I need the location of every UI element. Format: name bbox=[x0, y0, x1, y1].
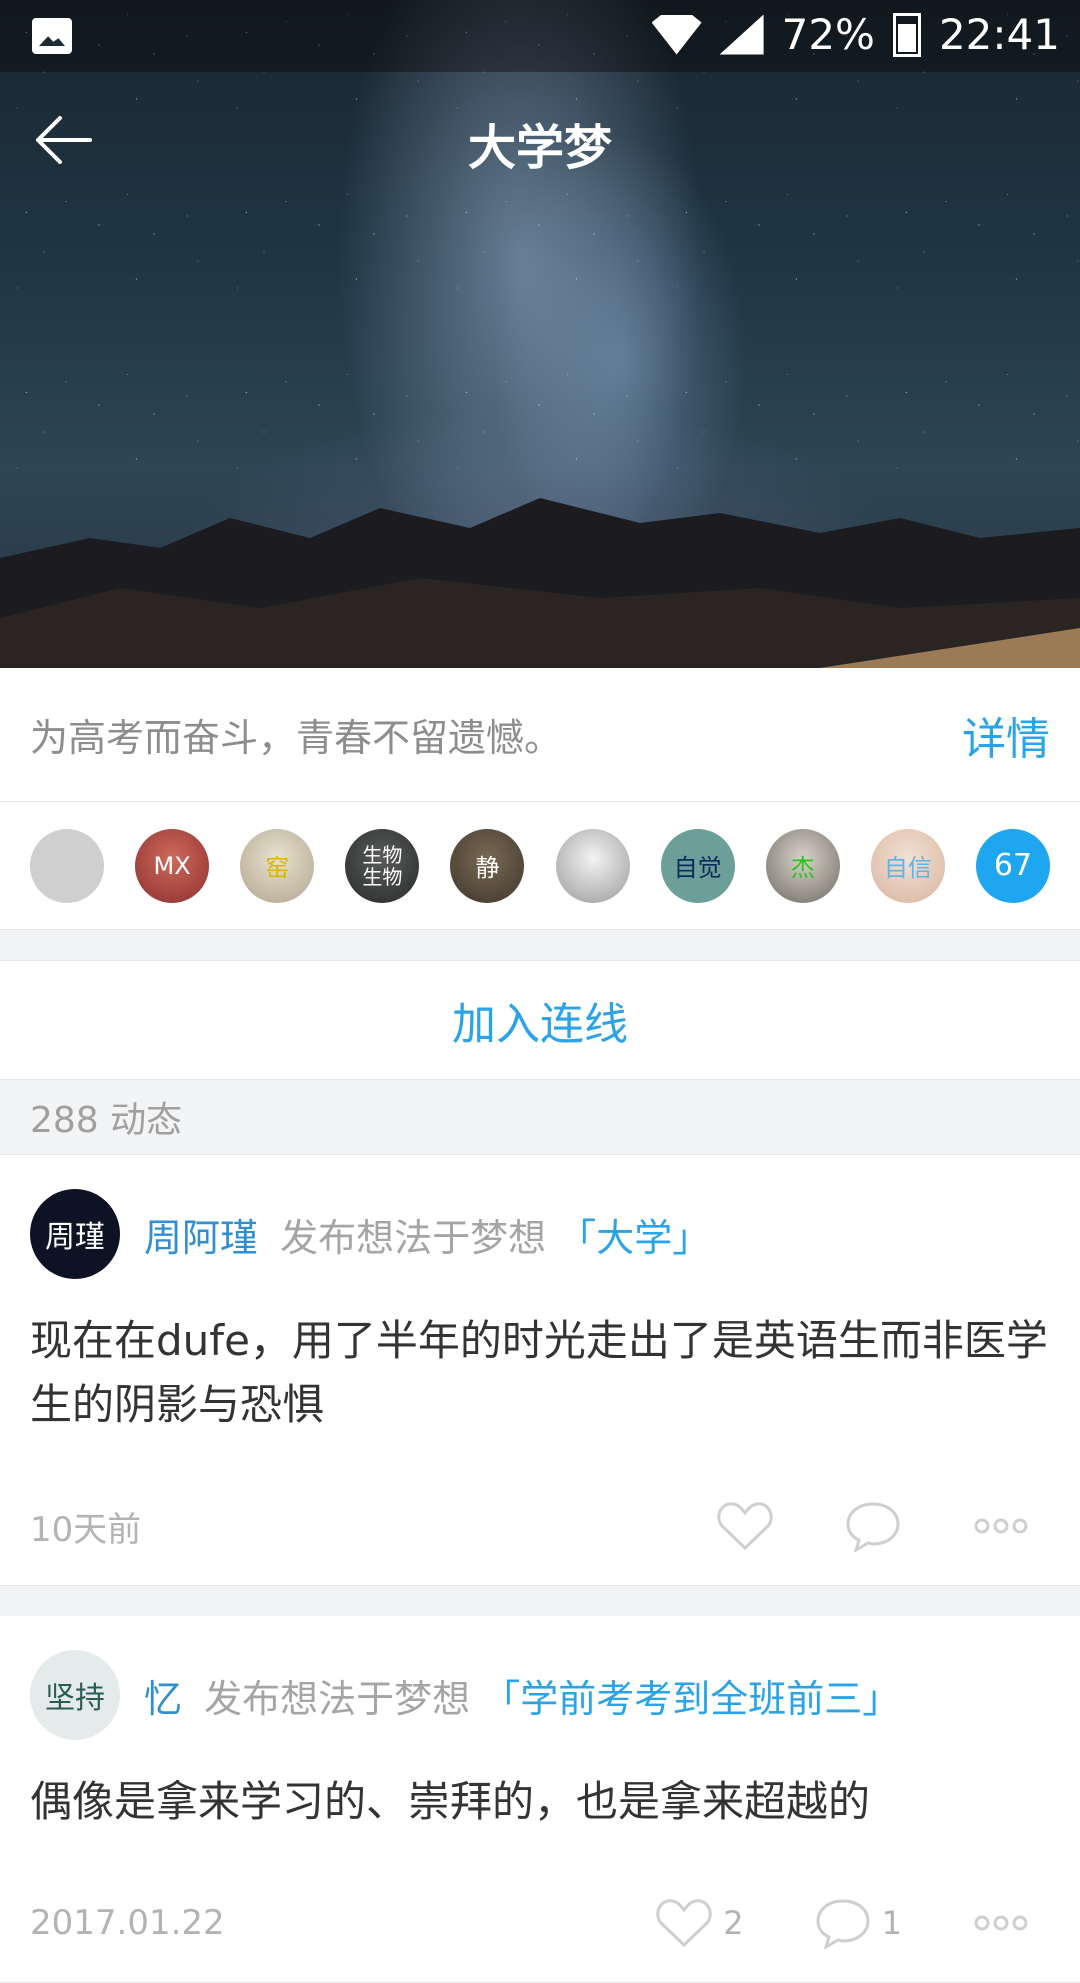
member-avatar[interactable]: 窑 bbox=[240, 828, 315, 903]
mountain-silhouette bbox=[0, 498, 1080, 668]
post-action: 发布想法于梦想 bbox=[204, 1676, 471, 1721]
post-footer: 2017.01.22 2 1 bbox=[30, 1864, 1050, 1982]
status-bar: 72% 22:41 bbox=[0, 0, 1080, 72]
signal-icon bbox=[719, 14, 764, 55]
more-options-icon[interactable] bbox=[972, 1500, 1030, 1552]
post-meta: 周阿瑾 发布想法于梦想 「大学」 bbox=[144, 1207, 710, 1262]
post-card: 周瑾 周阿瑾 发布想法于梦想 「大学」 现在在dufe，用了半年的时光走出了是英… bbox=[0, 1155, 1080, 1586]
post-time: 10天前 bbox=[30, 1509, 142, 1550]
page-title: 大学梦 bbox=[467, 120, 612, 176]
section-gap bbox=[0, 930, 1080, 960]
battery-icon bbox=[892, 12, 921, 57]
post-body[interactable]: 偶像是拿来学习的、崇拜的，也是拿来超越的 bbox=[30, 1770, 1050, 1834]
member-avatar[interactable] bbox=[30, 828, 104, 903]
post-footer: 10天前 bbox=[30, 1467, 1050, 1585]
join-button[interactable]: 加入连线 bbox=[0, 960, 1080, 1080]
comment-count: 1 bbox=[881, 1904, 902, 1942]
author-name[interactable]: 忆 bbox=[144, 1677, 182, 1721]
author-avatar[interactable]: 坚持 bbox=[30, 1650, 120, 1740]
post-action: 发布想法于梦想 bbox=[280, 1215, 547, 1260]
clock: 22:41 bbox=[938, 10, 1060, 59]
gallery-notification-icon bbox=[32, 18, 72, 54]
post-time: 2017.01.22 bbox=[30, 1903, 225, 1943]
members-count-badge[interactable]: 67 bbox=[975, 828, 1050, 903]
member-avatar[interactable]: 自觉 bbox=[660, 828, 735, 903]
like-count: 2 bbox=[723, 1904, 744, 1942]
post-actions bbox=[716, 1500, 1050, 1554]
detail-link[interactable]: 详情 bbox=[962, 703, 1050, 767]
dream-link[interactable]: 「大学」 bbox=[558, 1216, 710, 1260]
member-avatar[interactable]: 静 bbox=[450, 828, 525, 903]
feed-count: 288 动态 bbox=[0, 1080, 1080, 1155]
comment-icon[interactable] bbox=[814, 1897, 872, 1951]
member-avatar[interactable]: 杰 bbox=[765, 828, 840, 903]
more-options-icon[interactable] bbox=[972, 1897, 1030, 1949]
post-header: 坚持 忆 发布想法于梦想 「学前考考到全班前三」 bbox=[30, 1650, 1050, 1740]
wifi-icon bbox=[651, 14, 702, 55]
member-avatar[interactable]: MX bbox=[135, 828, 210, 903]
comment-icon[interactable] bbox=[844, 1500, 902, 1554]
like-icon[interactable] bbox=[655, 1897, 713, 1949]
section-gap bbox=[0, 1586, 1080, 1616]
description-row: 为高考而奋斗，青春不留遗憾。 详情 bbox=[0, 668, 1080, 802]
post-card: 坚持 忆 发布想法于梦想 「学前考考到全班前三」 偶像是拿来学习的、崇拜的，也是… bbox=[0, 1616, 1080, 1983]
member-avatars: MX 窑 生物 生物 静 自觉 杰 自信 67 bbox=[0, 802, 1080, 930]
battery-percent: 72% bbox=[781, 10, 875, 59]
like-icon[interactable] bbox=[716, 1500, 774, 1552]
author-name[interactable]: 周阿瑾 bbox=[144, 1216, 258, 1260]
cover-image: 72% 22:41 大学梦 bbox=[0, 0, 1080, 668]
member-avatar[interactable]: 生物 生物 bbox=[345, 828, 420, 903]
dream-description: 为高考而奋斗，青春不留遗憾。 bbox=[30, 716, 563, 760]
dream-link[interactable]: 「学前考考到全班前三」 bbox=[482, 1677, 900, 1721]
post-body[interactable]: 现在在dufe，用了半年的时光走出了是英语生而非医学生的阴影与恐惧 bbox=[30, 1309, 1050, 1437]
member-avatar[interactable]: 自信 bbox=[870, 828, 945, 903]
post-header: 周瑾 周阿瑾 发布想法于梦想 「大学」 bbox=[30, 1189, 1050, 1279]
author-avatar[interactable]: 周瑾 bbox=[30, 1189, 120, 1279]
top-navbar: 大学梦 bbox=[0, 72, 1080, 204]
post-meta: 忆 发布想法于梦想 「学前考考到全班前三」 bbox=[144, 1668, 900, 1723]
post-actions: 2 1 bbox=[655, 1897, 1050, 1951]
member-avatar[interactable] bbox=[555, 828, 630, 903]
